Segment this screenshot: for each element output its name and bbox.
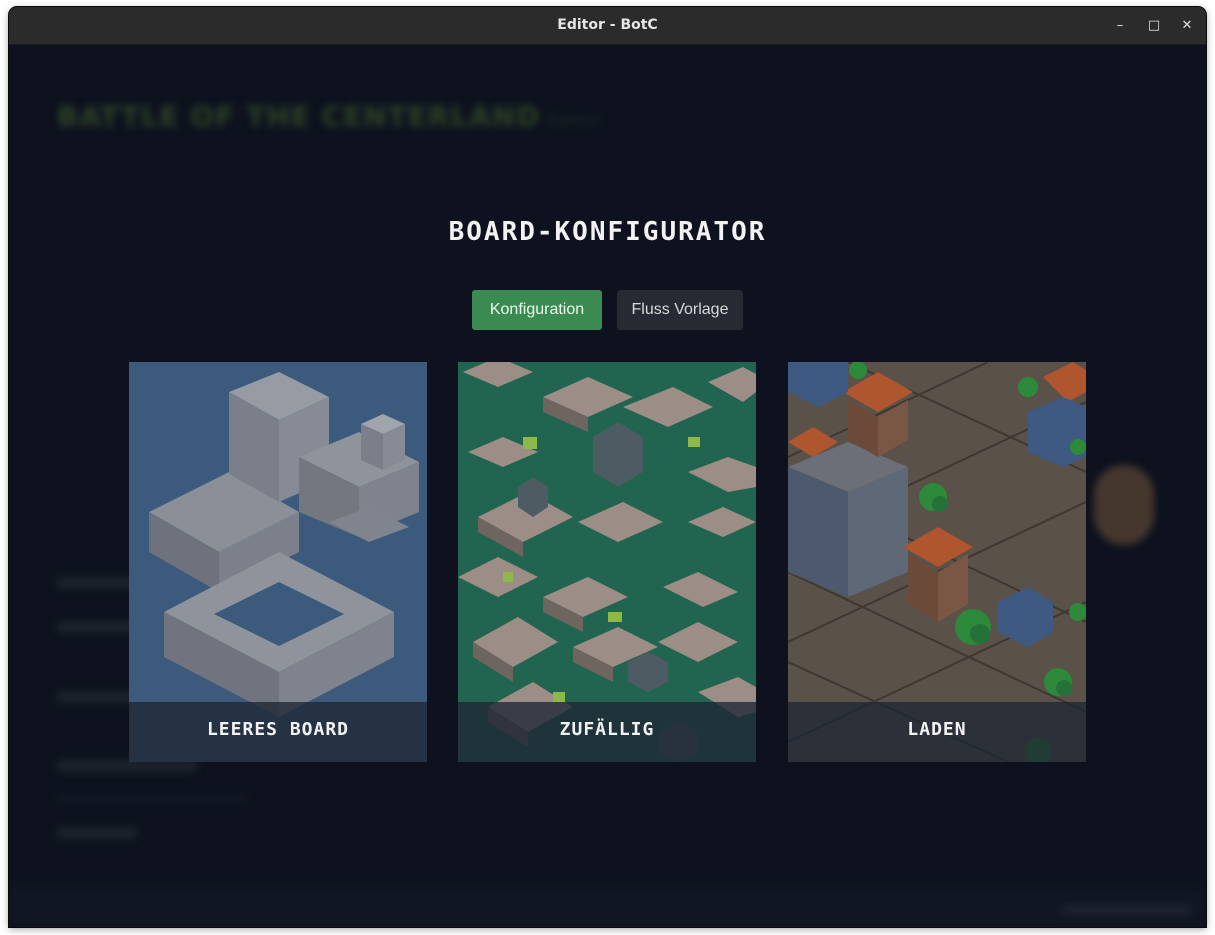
page-title: BOARD-KONFIGURATOR (448, 217, 767, 247)
minimize-button[interactable]: – (1110, 16, 1130, 36)
app-window: Editor - BotC – □ ✕ BATTLE OF THE CENTER… (9, 7, 1206, 927)
window-title: Editor - BotC (557, 17, 658, 33)
close-button[interactable]: ✕ (1177, 16, 1197, 36)
tab-fluss-vorlage[interactable]: Fluss Vorlage (617, 290, 743, 330)
maximize-button[interactable]: □ (1144, 16, 1164, 36)
tab-konfiguration[interactable]: Konfiguration (472, 290, 602, 330)
card-label: LEERES BOARD (129, 702, 427, 762)
card-empty-board[interactable]: LEERES BOARD (129, 362, 427, 762)
card-random[interactable]: ZUFÄLLIG (458, 362, 756, 762)
card-load[interactable]: LADEN (788, 362, 1086, 762)
main-content: BATTLE OF THE CENTERLAND Editor BOARD-KON… (9, 45, 1206, 927)
card-label: ZUFÄLLIG (458, 702, 756, 762)
title-bar[interactable]: Editor - BotC – □ ✕ (9, 7, 1206, 45)
card-label: LADEN (788, 702, 1086, 762)
